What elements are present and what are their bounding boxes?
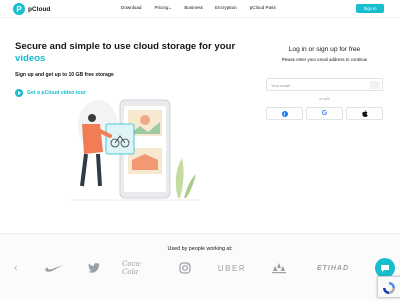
apple-icon bbox=[361, 110, 368, 117]
twitter-icon bbox=[88, 263, 100, 273]
nav-pricing-label: Pricing bbox=[154, 5, 169, 10]
nav-pricing[interactable]: Pricing ⌄ bbox=[154, 5, 172, 11]
uber-logo: UBER bbox=[217, 263, 247, 273]
sign-in-button[interactable]: Sign in bbox=[356, 4, 384, 13]
hero-illustration bbox=[70, 99, 200, 201]
or-with-label: or with bbox=[319, 97, 330, 101]
pcloud-home: P pCloud Download Pricing ⌄ Business Enc… bbox=[0, 0, 400, 300]
nav-encryption[interactable]: Encryption bbox=[215, 5, 237, 11]
hero-title-main: Secure and simple to use cloud storage f… bbox=[15, 41, 236, 52]
recaptcha-badge bbox=[377, 276, 400, 298]
facebook-login-button[interactable]: f bbox=[266, 107, 303, 120]
chevron-down-icon: ⌄ bbox=[168, 5, 173, 10]
email-submit-button[interactable] bbox=[370, 81, 380, 89]
pcloud-logo-icon: P bbox=[13, 3, 25, 15]
top-nav-bar: P pCloud Download Pricing ⌄ Business Enc… bbox=[0, 0, 400, 18]
main-nav: Download Pricing ⌄ Business Encryption p… bbox=[121, 5, 276, 11]
login-title: Log in or sign up for free bbox=[288, 46, 361, 53]
apple-login-button[interactable] bbox=[346, 107, 383, 120]
clients-heading: Used by people working at: bbox=[167, 246, 233, 252]
nav-business[interactable]: Business bbox=[184, 5, 203, 11]
etihad-logo: ETIHAD bbox=[316, 264, 350, 272]
instagram-icon bbox=[179, 262, 191, 274]
login-subtitle: Please enter your email address to conti… bbox=[281, 57, 368, 62]
logo-text: pCloud bbox=[28, 5, 51, 13]
nav-pcloud-pass[interactable]: pCloud Pass bbox=[250, 5, 276, 11]
chevron-left-icon[interactable]: ‹ bbox=[14, 262, 22, 274]
coca-cola-logo: Coca-Cola bbox=[122, 260, 143, 276]
recaptcha-icon bbox=[383, 282, 395, 294]
facebook-icon: f bbox=[281, 110, 288, 117]
google-login-button[interactable]: G bbox=[306, 107, 343, 120]
hero-subtitle: Sign up and get up to 10 GB free storage bbox=[15, 72, 114, 78]
play-icon bbox=[15, 89, 23, 97]
google-icon: G bbox=[321, 110, 328, 117]
email-field[interactable] bbox=[271, 81, 366, 89]
pcloud-logo[interactable]: P pCloud bbox=[13, 3, 50, 15]
hero-title-highlight: videos bbox=[15, 53, 46, 64]
hero-title: Secure and simple to use cloud storage f… bbox=[15, 41, 245, 65]
chat-widget-button[interactable] bbox=[375, 258, 395, 278]
nav-download[interactable]: Download bbox=[121, 5, 141, 11]
nike-icon bbox=[45, 265, 63, 272]
email-field-wrapper bbox=[266, 78, 383, 91]
chat-icon bbox=[381, 264, 389, 272]
adidas-icon bbox=[272, 263, 286, 274]
